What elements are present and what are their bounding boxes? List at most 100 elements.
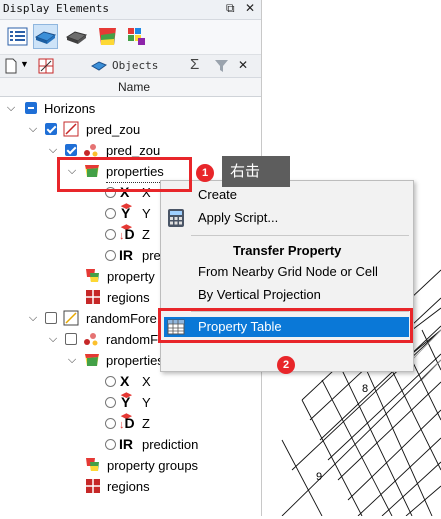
tree-row-property-groups-2[interactable]: property groups <box>0 455 261 476</box>
regions-icon <box>86 479 100 493</box>
regions-icon <box>86 290 100 304</box>
tree-label-x-2: X <box>142 374 151 389</box>
calculator-icon <box>168 209 184 227</box>
tree-row-pred-zou[interactable]: ⌵ pred_zou <box>0 119 261 140</box>
tree-label-regions-1: regions <box>107 290 150 305</box>
tree-row-regions-2[interactable]: regions <box>0 476 261 497</box>
collapse-chevron-icon[interactable]: ⌵ <box>27 119 39 140</box>
annotation-badge-2: 2 <box>277 356 295 374</box>
z-depth-icon: ↓D <box>119 415 135 431</box>
tree-row-x-2[interactable]: X ◀▶ X <box>0 371 261 399</box>
objects-toolbar: ▼ Objects Σ ✕ <box>0 55 261 78</box>
solid-view-icon[interactable] <box>64 24 89 49</box>
horizons-checkbox[interactable] <box>25 102 37 114</box>
panel-title: Display Elements <box>3 2 109 15</box>
annotation-box-2 <box>158 308 413 343</box>
y-radio[interactable] <box>105 208 116 219</box>
tree-label-y-1: Y <box>142 206 151 221</box>
context-menu: Create Apply Script... Transfer Property… <box>160 180 414 372</box>
panel-titlebar: Display Elements ⧉ ✕ <box>0 0 261 20</box>
tree-row-randomfore[interactable]: ⌵ randomFore <box>0 308 170 329</box>
z-radio[interactable] <box>105 418 116 429</box>
tree-label-randomfore: randomFore <box>86 311 157 326</box>
menu-section-transfer-property: Transfer Property <box>233 243 342 258</box>
point-set-icon <box>84 144 98 157</box>
z-depth-icon: ↓D <box>119 226 135 242</box>
tree-row-regions-1[interactable]: regions <box>0 287 170 308</box>
tree-label-randomf-child: randomF <box>106 332 159 347</box>
x-radio[interactable] <box>105 376 116 387</box>
prediction-radio[interactable] <box>105 250 116 261</box>
tree-row-z-1[interactable]: ↓D Z <box>0 224 170 245</box>
menu-item-by-vertical[interactable]: By Vertical Projection <box>198 287 321 302</box>
y-radio[interactable] <box>105 397 116 408</box>
menu-separator <box>191 235 409 236</box>
tree-label-y-2: Y <box>142 395 151 410</box>
tree-row-randomf-child[interactable]: ⌵ randomF <box>0 329 160 350</box>
collapse-chevron-icon[interactable]: ⌵ <box>27 308 39 329</box>
collapse-chevron-icon[interactable]: ⌵ <box>66 350 78 371</box>
list-view-icon[interactable] <box>5 24 30 49</box>
menu-item-apply-script[interactable]: Apply Script... <box>198 210 278 225</box>
property-view-icon[interactable] <box>95 24 120 49</box>
tree-label-horizons: Horizons <box>44 101 96 116</box>
x-axis-icon: X ◀▶ <box>120 373 132 399</box>
horizon-icon <box>63 310 79 326</box>
pred-zou-checkbox[interactable] <box>45 123 57 135</box>
horizon-surface-icon <box>34 31 57 44</box>
close-panel-icon[interactable]: ✕ <box>245 1 255 15</box>
objects-label: Objects <box>112 59 159 72</box>
sigma-icon[interactable]: Σ <box>190 56 199 73</box>
tree-row-y-1[interactable]: Y ◀▶ Y <box>0 203 170 231</box>
tree-label-z-1: Z <box>142 227 150 242</box>
tree-row-pred-1[interactable]: IR pre <box>0 245 170 266</box>
tree-row-y-2[interactable]: Y ◀▶ Y <box>0 392 261 420</box>
prediction-radio[interactable] <box>105 439 116 450</box>
clear-filter-icon[interactable]: ✕ <box>238 58 248 72</box>
collapse-chevron-icon[interactable]: ⌵ <box>5 98 17 119</box>
filter-grid-icon[interactable] <box>38 58 54 74</box>
tree-row-horizons[interactable]: ⌵ Horizons <box>0 98 261 119</box>
collapse-chevron-icon[interactable]: ⌵ <box>47 329 59 350</box>
grid-view-icon[interactable] <box>124 24 149 49</box>
grid-label-8: 8 <box>362 383 369 395</box>
tree-row-pred-2[interactable]: IR prediction <box>0 434 261 455</box>
annotation-badge-1: 1 <box>196 164 214 182</box>
tree-label-property-groups-1: property <box>107 269 155 284</box>
tree-label-pred-2: prediction <box>142 437 199 452</box>
property-groups-icon <box>86 269 99 282</box>
annotation-box-1 <box>57 157 192 192</box>
ir-icon: IR <box>119 436 133 452</box>
randomfore-checkbox[interactable] <box>45 312 57 324</box>
properties-icon <box>85 354 99 366</box>
menu-item-from-nearby[interactable]: From Nearby Grid Node or Cell <box>198 264 378 279</box>
column-header[interactable]: Name <box>0 78 261 97</box>
y-axis-icon: Y ◀▶ <box>121 394 132 420</box>
ir-icon: IR <box>119 247 133 263</box>
undock-icon[interactable]: ⧉ <box>226 1 235 16</box>
horizon-icon <box>63 121 79 137</box>
property-groups-icon <box>86 458 99 471</box>
view-toolbar <box>0 20 261 55</box>
tree-label-property-groups-2: property groups <box>107 458 199 473</box>
tree-row-z-2[interactable]: ↓D Z <box>0 413 261 434</box>
pred-zou-child-checkbox[interactable] <box>65 144 77 156</box>
filter-icon[interactable] <box>214 59 229 73</box>
tree-row-property-groups-1[interactable]: property <box>0 266 170 287</box>
right-click-tooltip: 右击 <box>222 156 290 187</box>
objects-icon <box>91 61 107 71</box>
horizon-view-button[interactable] <box>33 24 58 49</box>
tree-label-z-2: Z <box>142 416 150 431</box>
point-set-icon <box>84 333 98 346</box>
tree-label-regions-2: regions <box>107 479 150 494</box>
randomf-child-checkbox[interactable] <box>65 333 77 345</box>
y-axis-icon: Y ◀▶ <box>121 205 132 231</box>
tree-label-pred-1: pre <box>142 248 161 263</box>
tree-label-pred-zou: pred_zou <box>86 122 141 137</box>
new-document-icon[interactable] <box>4 58 18 74</box>
z-radio[interactable] <box>105 229 116 240</box>
menu-item-create[interactable]: Create <box>198 187 237 202</box>
grid-label-9: 9 <box>316 471 323 483</box>
tree-label-properties-2: properties <box>106 353 164 368</box>
dropdown-arrow-icon[interactable]: ▼ <box>20 59 29 69</box>
